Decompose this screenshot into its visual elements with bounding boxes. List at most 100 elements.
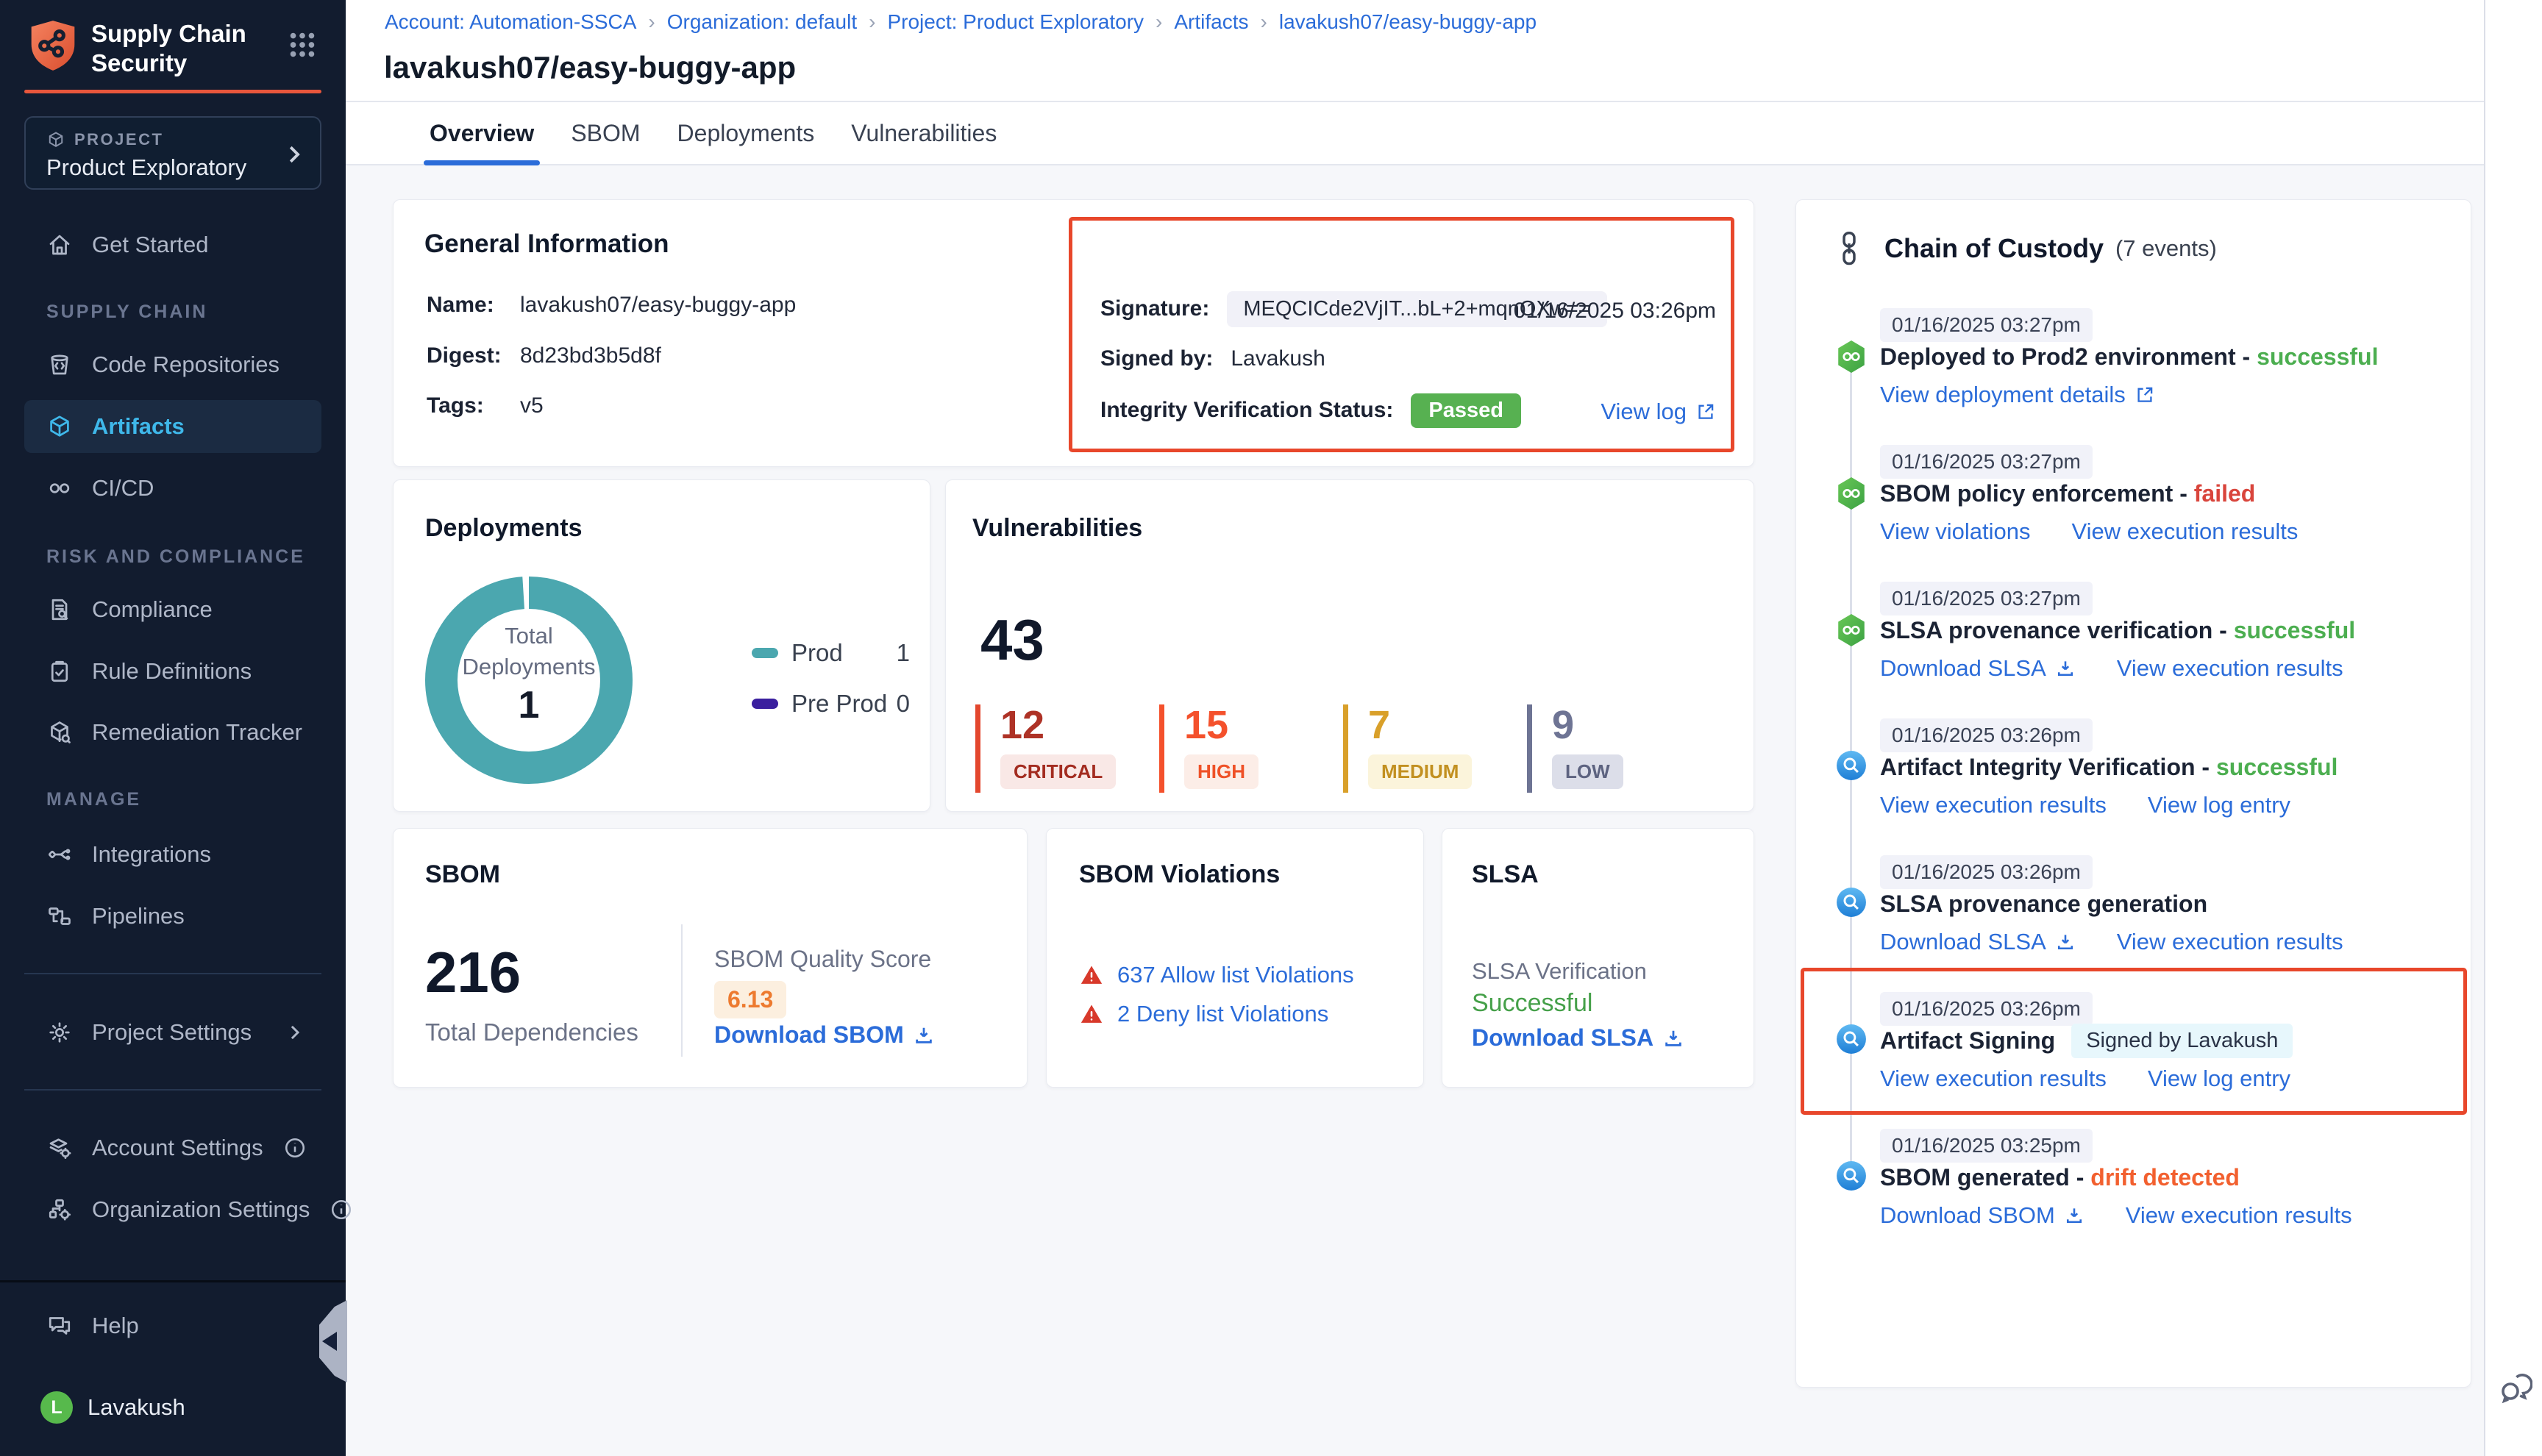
sidebar-item-label: Pipelines [92,903,185,929]
download-slsa-link[interactable]: Download SLSA [1472,1024,1684,1052]
sidebar-item-get-started[interactable]: Get Started [24,218,321,271]
breadcrumb-link[interactable]: Artifacts [1174,10,1248,34]
severity-badge: CRITICAL [1000,754,1116,789]
events-count: (7 events) [2115,235,2217,262]
project-selector[interactable]: PROJECT Product Exploratory [24,116,321,190]
integrations-icon [46,841,73,868]
tab-overview[interactable]: Overview [430,102,534,164]
infinity-icon [46,475,73,502]
event-timestamp: 01/16/2025 03:26pm [1880,992,2093,1026]
warning-triangle-icon [1079,963,1104,988]
sidebar-item-label: Artifacts [92,413,185,440]
sidebar-item-label: Help [92,1313,139,1339]
breadcrumb-link[interactable]: Account: Automation-SSCA [385,10,636,34]
legend-item-prod: Prod1 [752,639,910,667]
event-link-view-execution-results[interactable]: View execution results [2126,1202,2352,1229]
event-link-view-execution-results[interactable]: View execution results [1880,792,2107,818]
pipelines-icon [46,903,73,929]
breadcrumb-separator: › [1156,10,1162,34]
event-link-view-execution-results[interactable]: View execution results [2117,929,2343,955]
help-chat-icon [46,1313,73,1339]
violation-row: 637 Allow list Violations [1079,962,1354,988]
violation-link[interactable]: 637 Allow list Violations [1117,962,1354,988]
chat-support-icon[interactable] [2497,1369,2532,1405]
sidebar-item-label: Rule Definitions [92,658,252,685]
sidebar-item-artifacts[interactable]: Artifacts [24,400,321,453]
sidebar-item-ci-cd[interactable]: CI/CD [24,462,321,515]
deployments-card: Deployments Total Deployments 1 Prod1Pre… [393,479,930,812]
tab-bar: Overview SBOM Deployments Vulnerabilities [346,102,2484,165]
breadcrumb-link[interactable]: lavakush07/easy-buggy-app [1279,10,1537,34]
tab-sbom[interactable]: SBOM [571,102,640,164]
avatar: L [40,1391,73,1424]
event-title: Artifact SigningSigned by Lavakush [1880,1024,2293,1057]
sidebar-item-user[interactable]: L Lavakush [24,1381,321,1434]
sidebar-item-account-settings[interactable]: Account Settings [24,1121,321,1174]
sidebar-item-compliance[interactable]: Compliance [24,583,321,636]
event-links: Download SLSA View execution results [1880,929,2343,955]
sidebar-item-label: Project Settings [92,1019,252,1046]
cube-icon [46,413,73,440]
status-badge: Passed [1411,393,1521,428]
sbom-total-label: Total Dependencies [425,1018,638,1046]
event-title: Deployed to Prod2 environment - successf… [1880,340,2378,374]
collapse-arrow-icon [322,1332,337,1351]
event-link-view-execution-results[interactable]: View execution results [2071,518,2298,545]
card-title: Deployments [425,514,583,543]
sidebar-section-label: MANAGE [46,789,141,810]
sidebar-item-pipelines[interactable]: Pipelines [24,890,321,943]
event-timestamp: 01/16/2025 03:27pm [1880,445,2093,479]
event-link-view-violations[interactable]: View violations [1880,518,2030,545]
event-link-view-log-entry[interactable]: View log entry [2148,792,2290,818]
info-icon[interactable] [329,1197,354,1222]
download-icon [1662,1027,1684,1049]
sidebar-item-label: Organization Settings [92,1196,310,1223]
vulnerability-stat-high: 15HIGH [1159,704,1258,793]
sidebar-item-organization-settings[interactable]: Organization Settings [24,1183,321,1236]
card-title: SBOM [425,860,500,889]
download-icon [2055,658,2076,679]
tab-vulnerabilities[interactable]: Vulnerabilities [851,102,997,164]
event-link-view-execution-results[interactable]: View execution results [1880,1066,2107,1092]
signed-by-label: Signed by: [1100,346,1213,371]
legend-value: 0 [897,690,910,718]
download-sbom-link[interactable]: Download SBOM [714,1021,935,1049]
sidebar-item-code-repositories[interactable]: Code Repositories [24,338,321,391]
event-title: SBOM policy enforcement - failed [1880,477,2255,510]
external-link-icon [1695,402,1716,422]
sidebar-item-integrations[interactable]: Integrations [24,828,321,881]
event-link-download-sbom[interactable]: Download SBOM [1880,1202,2084,1229]
divider [681,924,683,1057]
project-name: Product Exploratory [46,154,246,181]
violation-link[interactable]: 2 Deny list Violations [1117,1001,1328,1027]
tab-deployments[interactable]: Deployments [677,102,815,164]
integrity-status-row: Integrity Verification Status: Passed [1100,394,1521,427]
event-link-view-log-entry[interactable]: View log entry [2148,1066,2290,1092]
external-link-icon [2135,385,2155,405]
info-icon[interactable] [282,1135,307,1160]
event-link-download-slsa[interactable]: Download SLSA [1880,929,2076,955]
app-title: Supply ChainSecurity [91,19,246,78]
sbom-quality-score-badge: 6.13 [714,981,786,1018]
scan-circle-icon [1836,1024,1867,1054]
sidebar-item-rule-definitions[interactable]: Rule Definitions [24,645,321,698]
signature-timestamp: 01/16/2025 03:26pm [1514,299,1716,324]
sidebar-item-remediation-tracker[interactable]: Remediation Tracker [24,706,321,759]
sidebar-item-help[interactable]: Help [24,1299,321,1352]
general-info-field: Tags:v5 [427,390,544,422]
vuln-count: 9 [1552,704,1623,746]
sidebar: Supply ChainSecurity PROJECT Product Exp… [0,0,346,1456]
breadcrumb-link[interactable]: Project: Product Exploratory [887,10,1144,34]
page-title: lavakush07/easy-buggy-app [384,50,796,85]
module-switcher-grid-icon[interactable] [285,28,319,62]
sidebar-item-project-settings[interactable]: Project Settings [24,1006,321,1059]
donut-center-label: Deployments [422,652,636,682]
event-link-download-slsa[interactable]: Download SLSA [1880,655,2076,682]
legend-swatch [752,648,778,658]
event-link-view-execution-results[interactable]: View execution results [2117,655,2343,682]
vulnerability-stat-medium: 7MEDIUM [1343,704,1472,793]
view-log-link[interactable]: View log [1601,399,1716,425]
event-links: View deployment details [1880,382,2155,408]
event-link-view-deployment-details[interactable]: View deployment details [1880,382,2155,408]
breadcrumb-link[interactable]: Organization: default [667,10,857,34]
